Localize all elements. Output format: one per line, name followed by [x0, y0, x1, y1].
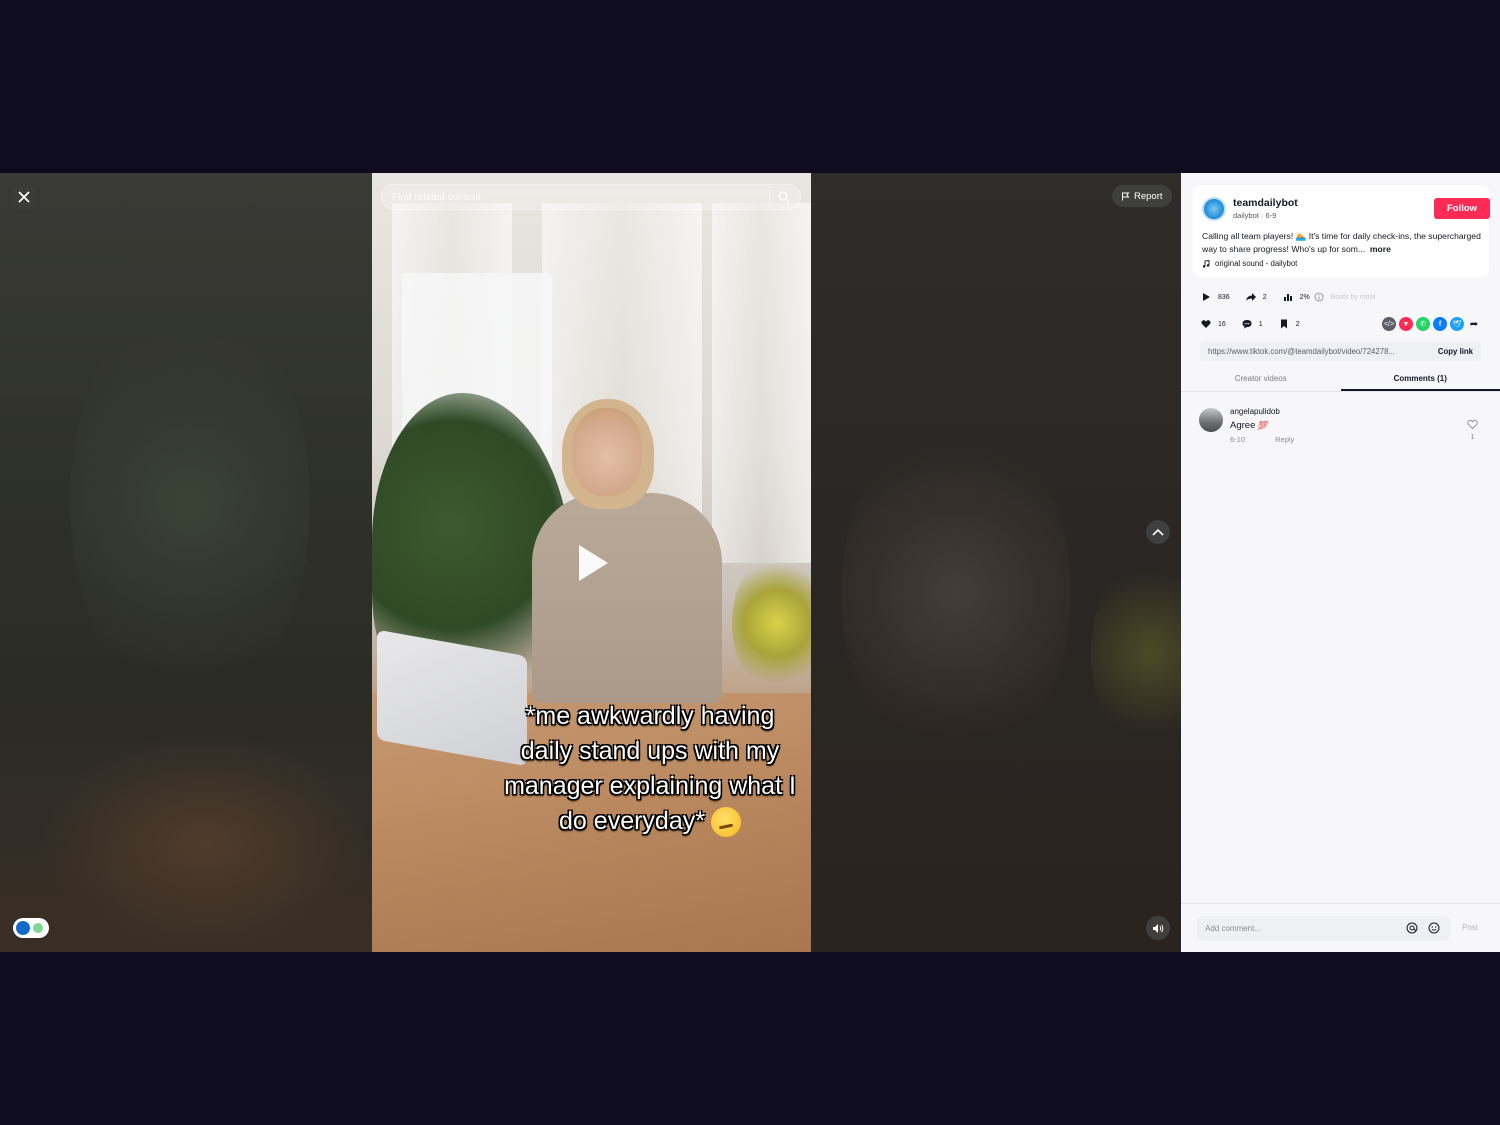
comment-item: angelapulidob Agree 💯 6-10 Reply 1 [1199, 406, 1489, 456]
commenter-avatar[interactable] [1199, 408, 1223, 432]
blurred-backdrop-left [0, 173, 372, 952]
close-icon [18, 191, 30, 203]
heart-icon [1201, 320, 1211, 328]
play-count-icon [1203, 293, 1210, 301]
embed-icon[interactable]: </> [1382, 317, 1396, 331]
author-username[interactable]: teamdailybot [1233, 197, 1298, 209]
reply-button[interactable]: Reply [1275, 435, 1294, 444]
side-panel: teamdailybot dailybot · 6-9 Follow Calli… [1181, 173, 1500, 952]
author-subline: dailybot · 6-9 [1233, 211, 1277, 220]
chevron-up-icon [1152, 528, 1164, 536]
stats-row-bottom: 16 1 2 </> ▼ ✆ f 🕊 ➦ [1201, 317, 1481, 331]
bar-chart-icon [1283, 294, 1292, 301]
find-related-search[interactable]: Find related content [381, 184, 801, 210]
speaker-icon [1153, 923, 1164, 933]
comment-text: Agree 💯 [1230, 420, 1268, 431]
woozy-face-emoji [710, 807, 741, 838]
video-link-box: https://www.tiktok.com/@teamdailybot/vid… [1200, 342, 1481, 361]
sound-link[interactable]: original sound - dailybot [1202, 259, 1297, 268]
engagement-stat: 2% Boots by mtrol [1283, 292, 1375, 302]
comment-meta: 6-10 Reply [1230, 435, 1294, 444]
comment-icon [1242, 320, 1252, 329]
whatsapp-icon[interactable]: ✆ [1416, 317, 1430, 331]
tiktok-friends-icon[interactable]: ▼ [1399, 317, 1413, 331]
post-button[interactable]: Post [1462, 923, 1478, 932]
comment-composer: Post [1181, 903, 1500, 952]
bookmark-icon [1280, 319, 1287, 329]
video-description: Calling all team players! 🏊 It's time fo… [1202, 231, 1481, 254]
stats-row-top: 836 2 2% Boots by mtrol [1201, 292, 1391, 302]
play-icon[interactable] [576, 543, 610, 583]
report-button[interactable]: Report [1112, 185, 1172, 207]
copy-link-button[interactable]: Copy link [1438, 347, 1473, 356]
person-torso [532, 493, 722, 703]
extension-toggle[interactable] [13, 918, 49, 938]
previous-video-button[interactable] [1146, 520, 1170, 544]
video-url[interactable]: https://www.tiktok.com/@teamdailybot/vid… [1208, 347, 1426, 356]
share-icons: </> ▼ ✆ f 🕊 ➦ [1382, 317, 1481, 331]
video-player: Find related content *me awkwardly havin… [0, 173, 1181, 952]
share-arrow-icon[interactable]: ➦ [1467, 317, 1481, 331]
volume-button[interactable] [1146, 916, 1170, 940]
twitter-icon[interactable]: 🕊 [1450, 317, 1464, 331]
commenter-username[interactable]: angelapulidob [1230, 407, 1280, 416]
panel-tabs: Creator videos Comments (1) [1181, 372, 1500, 392]
search-icon[interactable] [778, 191, 790, 203]
flag-icon [1122, 192, 1130, 200]
video-caption: *me awkwardly having daily stand ups wit… [500, 699, 800, 839]
more-link[interactable]: more [1370, 244, 1391, 254]
mention-icon[interactable] [1406, 922, 1418, 934]
emoji-picker-icon[interactable] [1428, 922, 1440, 934]
plays-stat: 836 [1201, 292, 1230, 302]
music-note-icon [1202, 259, 1210, 268]
close-button[interactable] [11, 184, 37, 210]
author-card: teamdailybot dailybot · 6-9 Follow Calli… [1193, 185, 1490, 277]
comment-like[interactable]: 1 [1467, 419, 1478, 441]
heart-outline-icon [1467, 419, 1478, 430]
saves-stat[interactable]: 2 [1279, 319, 1300, 329]
person-head [572, 408, 642, 496]
extension-logo-icon [16, 921, 30, 935]
comment-date: 6-10 [1230, 435, 1246, 444]
search-placeholder: Find related content [392, 191, 481, 203]
author-avatar[interactable] [1202, 197, 1226, 221]
comments-stat[interactable]: 1 [1242, 319, 1263, 329]
tab-comments[interactable]: Comments (1) [1340, 372, 1500, 391]
flowers [732, 553, 811, 693]
blurred-backdrop-right [811, 173, 1181, 952]
tab-creator-videos[interactable]: Creator videos [1181, 372, 1341, 391]
facebook-icon[interactable]: f [1433, 317, 1447, 331]
hundred-emoji: 💯 [1257, 421, 1268, 430]
follow-button[interactable]: Follow [1434, 198, 1490, 219]
info-icon[interactable] [1314, 292, 1324, 302]
likes-stat[interactable]: 16 [1201, 319, 1226, 329]
share-count-icon [1245, 293, 1256, 301]
video-modal: Find related content *me awkwardly havin… [0, 173, 1500, 952]
video-frame[interactable]: Find related content *me awkwardly havin… [372, 173, 811, 952]
shares-stat: 2 [1245, 292, 1267, 302]
